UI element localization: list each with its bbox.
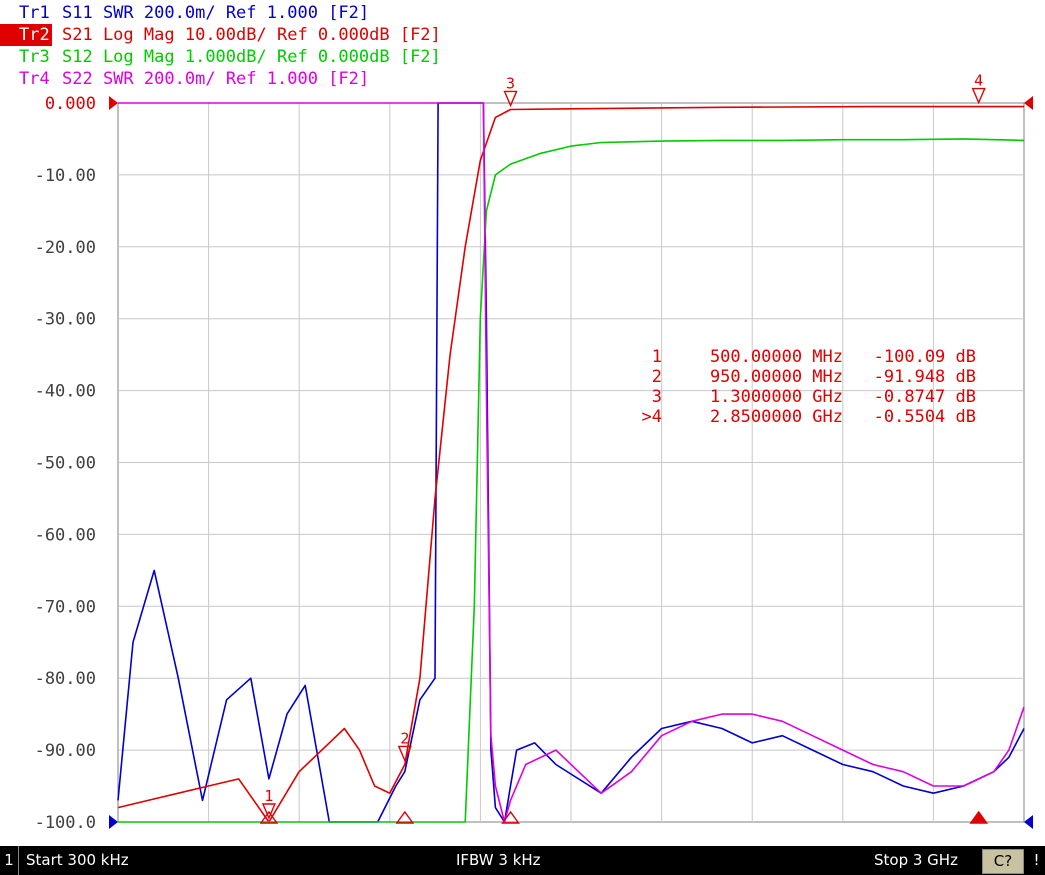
y-tick-label: -70.00 [35,597,96,617]
marker-readout-value: -0.8747 dB [874,387,976,407]
marker-readout-value: -100.09 dB [874,347,976,367]
status-bar: 1 Start 300 kHz IFBW 3 kHz Stop 3 GHz C?… [0,846,1045,875]
swr-ref-left-arrow-icon [109,815,118,829]
y-tick-label: -50.00 [35,454,96,474]
y-tick-label: -90.00 [35,741,96,761]
marker-4-triangle-icon[interactable] [971,87,986,105]
marker-2-label: 2 [400,729,409,747]
ifbw-label[interactable]: IFBW 3 kHz [456,846,541,875]
marker-4-label: 4 [974,72,983,90]
ref-level-right-arrow-icon [1024,96,1033,110]
stop-frequency[interactable]: Stop 3 GHz [874,846,958,875]
marker-readout-freq: 1.3000000 GHz [710,387,843,407]
y-tick-label: -20.00 [35,238,96,258]
y-tick-label: -80.00 [35,669,96,689]
y-tick-label: -100.0 [35,813,96,833]
marker-readout-freq: 500.00000 MHz [710,347,843,367]
y-tick-label: -10.00 [35,166,96,186]
marker-1-label: 1 [264,787,273,805]
swr-ref-right-arrow-icon [1024,815,1033,829]
calibration-status-button[interactable]: C? [982,849,1024,874]
y-tick-label: 0.000 [45,94,96,114]
marker-readout-id: 1 [652,347,662,367]
y-tick-label: -60.00 [35,525,96,545]
marker-readout-freq: 950.00000 MHz [710,367,843,387]
start-frequency[interactable]: Start 300 kHz [26,846,129,875]
marker-3-label: 3 [506,74,515,92]
marker-readout-id: 3 [652,387,662,407]
marker-readout-value: -91.948 dB [874,367,976,387]
marker-readout-id: >4 [642,407,662,427]
ref-level-left-arrow-icon [109,96,118,110]
y-tick-label: -40.00 [35,382,96,402]
marker-readout-freq: 2.8500000 GHz [710,407,843,427]
warning-indicator[interactable]: ! [1028,846,1045,875]
marker-readout-id: 2 [652,367,662,387]
channel-number[interactable]: 1 [0,846,19,875]
chart-area[interactable]: 0.000 -10.00 -20.00 -30.00 -40.00 -50.00 -60.0… [0,0,1045,846]
y-tick-label: -30.00 [35,310,96,330]
marker-readout-value: -0.5504 dB [874,407,976,427]
